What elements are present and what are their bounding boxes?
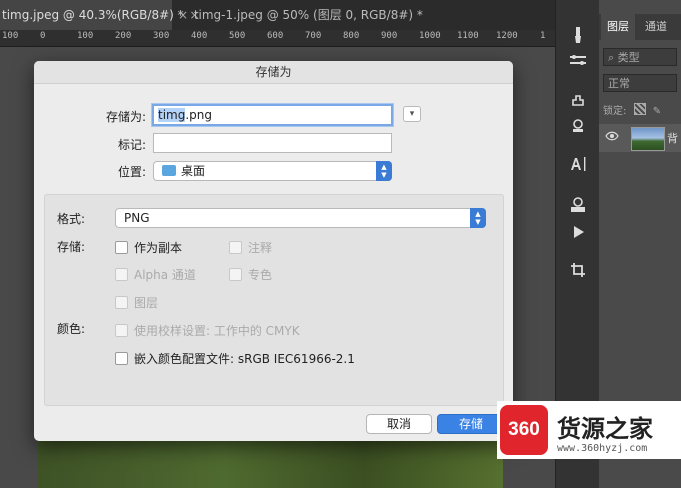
play-icon[interactable] <box>556 224 599 246</box>
checkbox-box <box>229 268 242 281</box>
tab-timg-1-label: timg-1.jpeg @ 50% (图层 0, RGB/8#) * <box>193 8 423 22</box>
lock-pixels-icon[interactable] <box>633 103 646 115</box>
proof-setup-checkbox: 使用校样设置: 工作中的 CMYK <box>115 324 300 338</box>
watermark: 360 货源之家 www.360hyzj.com <box>497 401 681 459</box>
brush-icon[interactable] <box>556 26 599 48</box>
panel-tabs: 图层 通道 <box>599 14 681 40</box>
ruler-tick: 0 <box>40 31 46 41</box>
dialog-title: 存储为 <box>34 61 513 84</box>
ruler-tick: 600 <box>267 31 284 41</box>
tags-input[interactable] <box>153 133 392 153</box>
format-value: PNG <box>124 211 150 225</box>
color-label: 颜色: <box>57 322 86 336</box>
lock-row: 锁定: ✎ <box>603 102 661 117</box>
checkbox-box <box>115 352 128 365</box>
save-options-label: 存储: <box>57 240 86 254</box>
close-icon[interactable]: × <box>176 0 190 30</box>
lock-paint-icon[interactable]: ✎ <box>653 106 661 117</box>
chevron-down-icon: ▾ <box>409 109 415 119</box>
tab-timg[interactable]: timg.jpeg @ 40.3%(RGB/8#) * × <box>0 0 200 30</box>
path-icon[interactable] <box>556 52 599 74</box>
puppet-icon[interactable] <box>556 92 599 114</box>
save-as-label: 存储为: <box>105 110 146 124</box>
format-label: 格式: <box>57 212 86 226</box>
3d-icon[interactable] <box>556 196 599 218</box>
cancel-button[interactable]: 取消 <box>366 414 432 434</box>
checkbox-box <box>115 324 128 337</box>
ruler-tick: 200 <box>115 31 132 41</box>
expand-button[interactable]: ▾ <box>403 106 421 122</box>
document-image[interactable] <box>38 440 503 488</box>
ruler-tick: 1100 <box>457 31 479 41</box>
embed-profile-text: 嵌入颜色配置文件: sRGB IEC61966-2.1 <box>134 352 355 366</box>
ruler-tick: 300 <box>153 31 170 41</box>
search-icon: ⌕ <box>608 51 615 64</box>
location-value: 桌面 <box>181 164 206 178</box>
notes-text: 注释 <box>248 241 273 255</box>
as-copy-checkbox[interactable]: 作为副本 <box>115 241 182 255</box>
stamp-icon[interactable] <box>556 118 599 140</box>
ruler-tick: 1000 <box>419 31 441 41</box>
notes-checkbox: 注释 <box>229 241 272 255</box>
ruler-tick: 100 <box>77 31 94 41</box>
ruler-tick: 1 <box>540 31 546 41</box>
ruler-tick: 700 <box>305 31 322 41</box>
select-arrows-icon: ▲ ▼ <box>376 161 392 181</box>
tab-layers[interactable]: 图层 <box>601 14 635 40</box>
document-tab-bar: timg.jpeg @ 40.3%(RGB/8#) * × × timg-1.j… <box>0 0 555 30</box>
tab-channels[interactable]: 通道 <box>639 14 673 40</box>
alpha-channel-text: Alpha 通道 <box>134 268 196 282</box>
ruler-tick: 400 <box>191 31 208 41</box>
checkbox-box <box>115 241 128 254</box>
layer-filter[interactable]: ⌕ 类型 <box>603 48 677 66</box>
filename-input[interactable]: timg.png <box>152 104 393 126</box>
spot-color-text: 专色 <box>248 268 273 282</box>
ruler-tick: 100 <box>2 31 19 41</box>
tab-timg-1[interactable]: × timg-1.jpeg @ 50% (图层 0, RGB/8#) * <box>176 0 423 30</box>
layer-thumbnail <box>631 127 665 151</box>
save-as-dialog: 存储为 存储为: timg.png ▾ 标记: 位置: 桌面 ▲ ▼ 格式: PN… <box>34 61 513 441</box>
tab-timg-label: timg.jpeg @ 40.3%(RGB/8#) * <box>2 8 184 22</box>
watermark-logo: 360 <box>500 405 548 455</box>
format-select[interactable]: PNG ▲ ▼ <box>115 208 486 228</box>
location-select[interactable]: 桌面 ▲ ▼ <box>153 161 392 181</box>
location-label: 位置: <box>117 165 146 179</box>
layer-filter-label: 类型 <box>617 51 640 64</box>
alpha-channel-checkbox: Alpha 通道 <box>115 268 196 282</box>
folder-icon <box>162 165 176 176</box>
as-copy-text: 作为副本 <box>134 241 183 255</box>
layer-row[interactable]: 背 <box>599 124 681 152</box>
select-arrows-icon: ▲ ▼ <box>470 208 486 228</box>
save-button[interactable]: 存储 <box>437 414 505 434</box>
filename-selected: timg <box>158 108 186 122</box>
layers-text: 图层 <box>134 296 159 310</box>
layers-checkbox: 图层 <box>115 296 158 310</box>
blend-mode-select[interactable]: 正常 <box>603 74 677 92</box>
checkbox-box <box>229 241 242 254</box>
ruler-tick: 900 <box>381 31 398 41</box>
text-icon[interactable] <box>556 156 599 178</box>
lock-label: 锁定: <box>603 106 627 117</box>
embed-profile-checkbox[interactable]: 嵌入颜色配置文件: sRGB IEC61966-2.1 <box>115 352 355 366</box>
watermark-url: www.360hyzj.com <box>557 443 648 454</box>
ruler-tick: 1200 <box>496 31 518 41</box>
layer-name: 背 <box>667 132 678 145</box>
crop-icon[interactable] <box>556 262 599 284</box>
tags-label: 标记: <box>117 138 146 152</box>
ruler-tick: 800 <box>343 31 360 41</box>
spot-color-checkbox: 专色 <box>229 268 272 282</box>
eye-icon[interactable] <box>605 130 619 144</box>
options-section: 格式: PNG ▲ ▼ 存储: 作为副本 注释 Alpha 通道 专色 图层 颜色… <box>44 194 504 406</box>
checkbox-box <box>115 296 128 309</box>
proof-setup-text: 使用校样设置: 工作中的 CMYK <box>134 324 300 338</box>
horizontal-ruler: 100 0 100 200 300 400 500 600 700 800 90… <box>0 30 555 47</box>
ruler-tick: 500 <box>229 31 246 41</box>
watermark-brand: 货源之家 <box>557 415 653 443</box>
checkbox-box <box>115 268 128 281</box>
filename-extension: .png <box>185 108 213 122</box>
